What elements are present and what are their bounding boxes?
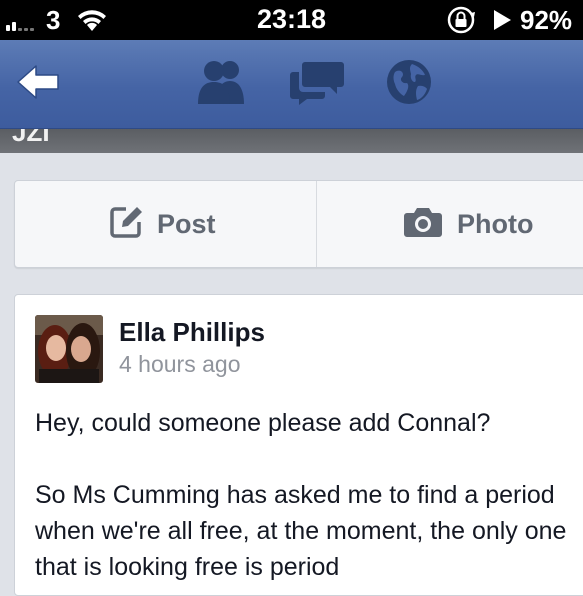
- group-header-text: JZI: [12, 129, 50, 147]
- compose-pencil-icon: [109, 205, 143, 244]
- post-timestamp[interactable]: 4 hours ago: [119, 351, 240, 378]
- messages-button[interactable]: [285, 40, 349, 128]
- status-bar: 3 23:18 92%: [0, 0, 583, 40]
- post-body: Hey, could someone please add Connal? So…: [35, 405, 580, 585]
- avatar[interactable]: [35, 315, 103, 383]
- navigation-bar: [0, 40, 583, 129]
- author-name[interactable]: Ella Phillips: [119, 317, 265, 348]
- back-arrow-icon: [16, 63, 62, 106]
- notifications-button[interactable]: [377, 40, 441, 128]
- rotation-lock-icon: [445, 5, 479, 40]
- camera-icon: [403, 206, 443, 243]
- feed-story: Ella Phillips 4 hours ago Hey, could som…: [14, 294, 583, 596]
- back-button[interactable]: [6, 40, 72, 128]
- friend-requests-icon: [194, 58, 250, 111]
- composer-action-bar: Post Photo: [14, 180, 583, 268]
- notifications-globe-icon: [385, 58, 433, 111]
- friend-requests-button[interactable]: [190, 40, 254, 128]
- battery-percent: 92%: [520, 5, 573, 35]
- play-icon: [492, 9, 512, 36]
- photo-button-label: Photo: [457, 208, 534, 239]
- post-paragraph: So Ms Cumming has asked me to find a per…: [35, 481, 567, 581]
- post-paragraph: Hey, could someone please add Connal?: [35, 409, 491, 437]
- messages-icon: [289, 58, 345, 111]
- photo-button[interactable]: Photo: [403, 181, 533, 267]
- post-button-label: Post: [157, 208, 216, 239]
- action-divider: [316, 181, 317, 267]
- post-button[interactable]: Post: [109, 181, 216, 267]
- group-header-strip: JZI: [0, 129, 583, 153]
